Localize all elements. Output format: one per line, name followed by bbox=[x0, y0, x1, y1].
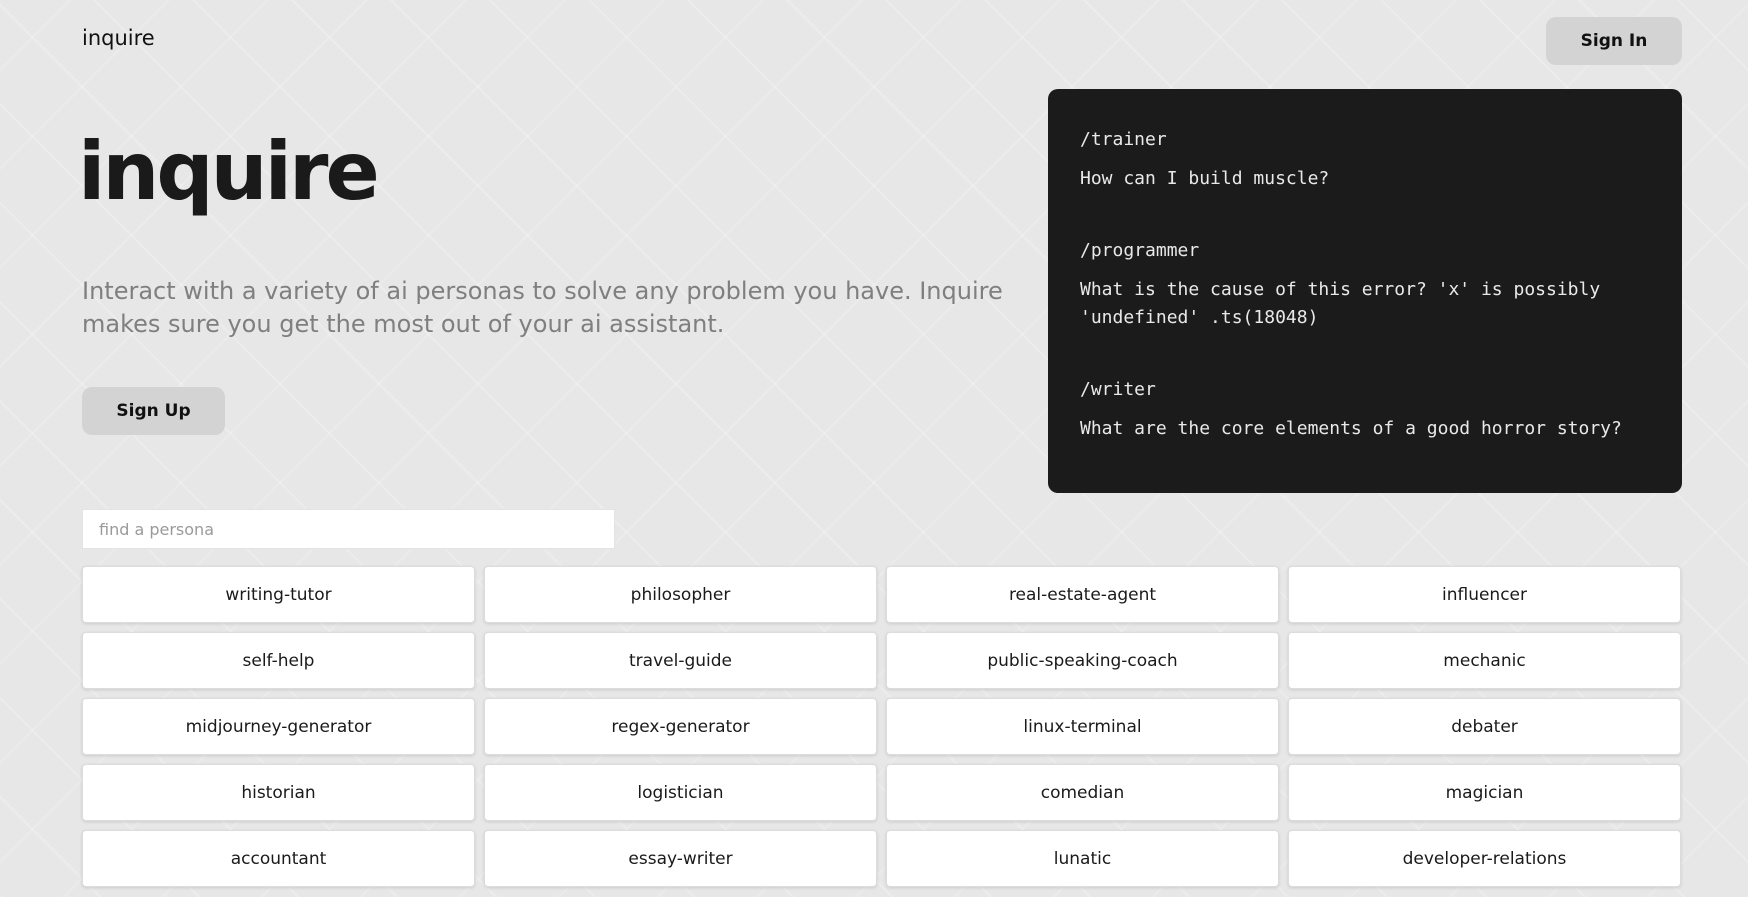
example-block-trainer: /trainer How can I build muscle? bbox=[1080, 129, 1650, 193]
example-prompt: What are the core elements of a good hor… bbox=[1080, 418, 1622, 439]
persona-card[interactable]: mechanic bbox=[1288, 632, 1681, 689]
examples-panel: /trainer How can I build muscle? /progra… bbox=[1048, 89, 1682, 493]
example-command: /programmer bbox=[1080, 240, 1200, 261]
hero-subtitle: Interact with a variety of ai personas t… bbox=[82, 277, 1003, 338]
sign-in-button[interactable]: Sign In bbox=[1546, 17, 1682, 65]
example-block-writer: /writer What are the core elements of a … bbox=[1080, 379, 1650, 443]
example-prompt: How can I build muscle? bbox=[1080, 168, 1330, 189]
example-prompt: What is the cause of this error? 'x' is … bbox=[1080, 279, 1601, 328]
brand-logo-text[interactable]: inquire bbox=[82, 26, 155, 50]
persona-card[interactable]: midjourney-generator bbox=[82, 698, 475, 755]
persona-card[interactable]: logistician bbox=[484, 764, 877, 821]
persona-card[interactable]: essay-writer bbox=[484, 830, 877, 887]
persona-card[interactable]: lunatic bbox=[886, 830, 1279, 887]
hero-title: inquire bbox=[78, 125, 380, 218]
example-block-programmer: /programmer What is the cause of this er… bbox=[1080, 240, 1650, 332]
persona-card[interactable]: self-help bbox=[82, 632, 475, 689]
persona-grid: writing-tutor philosopher real-estate-ag… bbox=[82, 566, 1682, 887]
persona-card[interactable]: magician bbox=[1288, 764, 1681, 821]
persona-card[interactable]: linux-terminal bbox=[886, 698, 1279, 755]
persona-card[interactable]: debater bbox=[1288, 698, 1681, 755]
example-command: /writer bbox=[1080, 379, 1156, 400]
persona-card[interactable]: philosopher bbox=[484, 566, 877, 623]
persona-card[interactable]: regex-generator bbox=[484, 698, 877, 755]
persona-card[interactable]: public-speaking-coach bbox=[886, 632, 1279, 689]
persona-card[interactable]: influencer bbox=[1288, 566, 1681, 623]
persona-card[interactable]: developer-relations bbox=[1288, 830, 1681, 887]
persona-card[interactable]: comedian bbox=[886, 764, 1279, 821]
sign-up-button[interactable]: Sign Up bbox=[82, 387, 225, 435]
persona-search-input[interactable] bbox=[82, 509, 615, 549]
example-command: /trainer bbox=[1080, 129, 1167, 150]
persona-card[interactable]: travel-guide bbox=[484, 632, 877, 689]
persona-card[interactable]: historian bbox=[82, 764, 475, 821]
persona-card[interactable]: accountant bbox=[82, 830, 475, 887]
persona-card[interactable]: real-estate-agent bbox=[886, 566, 1279, 623]
persona-card[interactable]: writing-tutor bbox=[82, 566, 475, 623]
